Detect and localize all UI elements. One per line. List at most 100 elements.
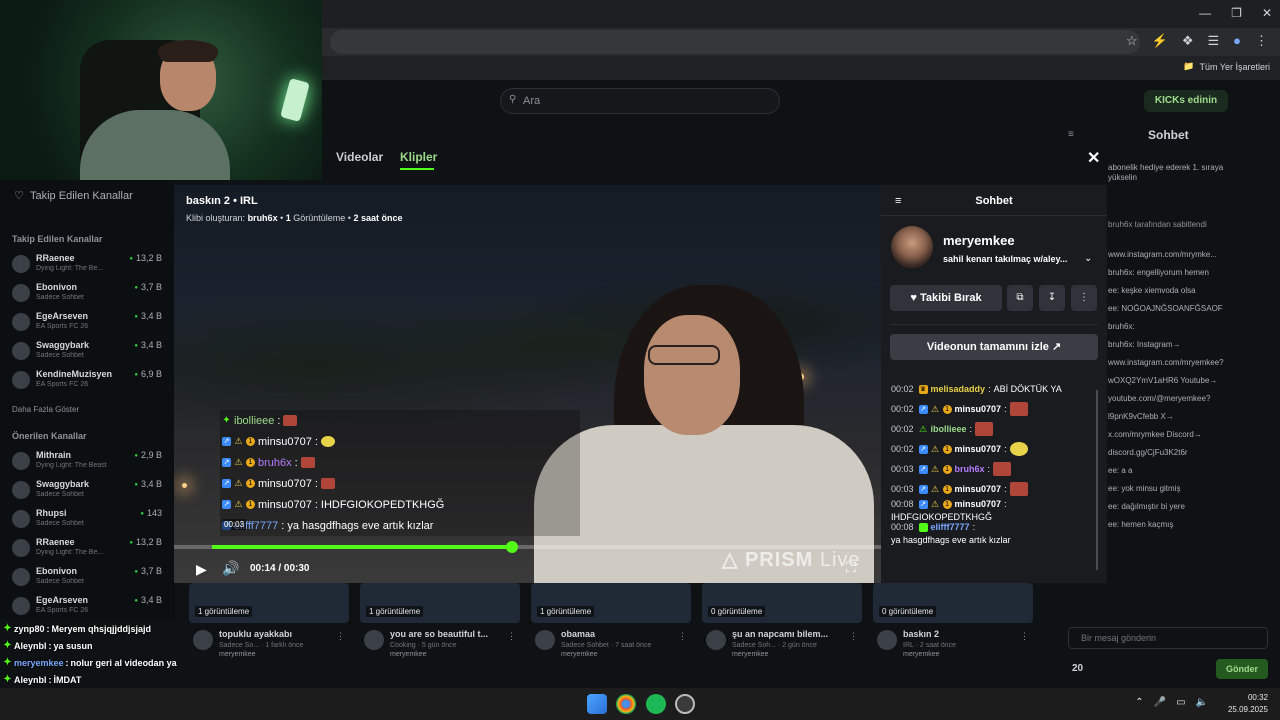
clip-thumbnail[interactable]: 1 görüntüleme: [360, 583, 520, 623]
chat-line: wOXQ2YmV1aHR6 Youtube→: [1108, 376, 1218, 385]
clip-card-user: meryemkee: [390, 651, 427, 658]
sidebar-channel-item[interactable]: Swaggybark Sadece Sohbet 3,4 B: [12, 479, 162, 505]
sidebar-channel-item[interactable]: Swaggybark Sadece Sohbet 3,4 B: [12, 340, 162, 366]
browser-menu-icon[interactable]: ⋮: [1255, 33, 1268, 49]
sidebar-follow-header[interactable]: ♡ Takip Edilen Kanallar: [14, 189, 133, 202]
url-field[interactable]: [330, 30, 1140, 54]
channel-name: Swaggybark: [36, 340, 90, 350]
channel-category: Dying Light: The Be...: [36, 265, 104, 272]
obs-icon[interactable]: [675, 694, 695, 714]
chat-message: 00:03 ↗ ⚠ 1 minsu0707:: [891, 479, 1097, 499]
sidebar-channel-item[interactable]: Rhupsi Sadece Sohbet 143: [12, 508, 162, 534]
sidebar-channel-item[interactable]: EgeArseven EA Sports FC 26 3,4 B: [12, 595, 162, 621]
clip-creator[interactable]: bruh6x: [248, 213, 278, 223]
search-input[interactable]: Ara: [500, 88, 780, 114]
avatar: [364, 630, 384, 650]
tab-clips[interactable]: Klipler: [400, 150, 437, 164]
verified-badge-icon: ✦: [222, 415, 231, 426]
play-icon[interactable]: ▶: [196, 561, 207, 578]
clip-card[interactable]: 0 görüntüleme ⋮ şu an napcamı bilem... Sade…: [702, 583, 862, 658]
kicks-button[interactable]: KICKs edinin: [1144, 90, 1228, 112]
download-icon[interactable]: ↧: [1039, 285, 1065, 311]
puzzle-icon[interactable]: ❖: [1182, 33, 1194, 49]
clip-card[interactable]: 1 görüntüleme ⋮ you are so beautiful t... C…: [360, 583, 520, 658]
profile-icon[interactable]: ●: [1233, 33, 1241, 49]
extension-icon[interactable]: ⚡: [1152, 33, 1168, 49]
send-button[interactable]: Gönder: [1216, 659, 1268, 679]
monitor-icon[interactable]: ▭: [1176, 697, 1185, 708]
show-more-link[interactable]: Daha Fazla Göster: [12, 405, 79, 414]
channel-category: Sadece Sohbet: [36, 294, 84, 301]
taskbar-clock[interactable]: 00:32 25.09.2025: [1228, 692, 1268, 716]
emote-icon: [993, 462, 1012, 476]
channel-name: Ebonivon: [36, 566, 77, 576]
more-options-icon[interactable]: ⋮: [336, 631, 345, 642]
share-icon[interactable]: ⧉: [1007, 285, 1033, 311]
more-options-icon[interactable]: ⋮: [678, 631, 687, 642]
more-options-icon[interactable]: ⋮: [849, 631, 858, 642]
restore-icon[interactable]: ❐: [1231, 6, 1242, 20]
avatar: [12, 597, 30, 615]
more-options-icon[interactable]: ⋮: [507, 631, 516, 642]
chat-username: minsu0707: [954, 499, 1002, 509]
webcam-light: [280, 78, 310, 122]
clip-card[interactable]: 1 görüntüleme ⋮ obamaa Sadece Sohbet · 7 sa…: [531, 583, 691, 658]
all-bookmarks[interactable]: 📁 Tüm Yer İşaretleri: [1183, 61, 1270, 72]
tab-videos[interactable]: Videolar: [336, 150, 383, 164]
unfollow-button[interactable]: ♥ Takibi Bırak: [890, 285, 1002, 311]
star-icon[interactable]: ☆: [1126, 33, 1138, 49]
badge-icon: ✦: [3, 657, 12, 668]
clip-video-player[interactable]: baskın 2 • IRL Klibi oluşturan: bruh6x •…: [174, 185, 881, 583]
clip-card[interactable]: 0 görüntüleme ⋮ baskın 2 IRL · 2 saat önce m…: [873, 583, 1033, 658]
chrome-icon[interactable]: [616, 694, 636, 714]
clip-thumbnail[interactable]: 1 görüntüleme: [531, 583, 691, 623]
clip-thumbnail[interactable]: 0 görüntüleme: [873, 583, 1033, 623]
sidebar-channel-item[interactable]: Ebonivon Sadece Sohbet 3,7 B: [12, 566, 162, 592]
chevron-down-icon[interactable]: ⌄: [1084, 253, 1092, 264]
fullscreen-icon[interactable]: ⛶: [846, 559, 856, 576]
collapse-chat-icon[interactable]: ≡: [1068, 129, 1074, 140]
media-icon[interactable]: ☰: [1207, 33, 1219, 49]
emote-icon: [283, 415, 298, 426]
chat-text: ya hasgdfhags eve artık kızlar: [891, 535, 1011, 545]
warning-badge-icon: ⚠: [234, 499, 243, 509]
chat-text: ya susun: [53, 640, 93, 651]
progress-handle[interactable]: [506, 541, 518, 553]
channel-avatar[interactable]: [891, 226, 933, 268]
sidebar-channel-item[interactable]: Mithrain Dying Light: The Beast 2,9 B: [12, 450, 162, 476]
clip-thumbnail[interactable]: 1 görüntüleme: [189, 583, 349, 623]
spotify-icon[interactable]: [646, 694, 666, 714]
sidebar-channel-item[interactable]: RRaenee Dying Light: The Be... 13,2 B: [12, 253, 162, 279]
sidebar-channel-item[interactable]: RRaenee Dying Light: The Be... 13,2 B: [12, 537, 162, 563]
chevron-up-icon[interactable]: ⌃: [1135, 697, 1143, 708]
warning-badge-icon: ⚠: [234, 478, 243, 488]
volume-icon[interactable]: 🔊: [222, 560, 239, 577]
active-tab-indicator: [400, 168, 434, 170]
clip-card-user: meryemkee: [561, 651, 598, 658]
microphone-icon[interactable]: 🎤: [1154, 697, 1166, 708]
avatar: [12, 510, 30, 528]
clip-card-subtitle: Cooking · 5 gün önce: [390, 642, 457, 649]
sidebar-channel-item[interactable]: Ebonivon Sadece Sohbet 3,7 B: [12, 282, 162, 308]
chat-scrollbar[interactable]: [1096, 390, 1098, 570]
clip-view-count: 1 görüntüleme: [366, 606, 424, 617]
close-window-icon[interactable]: ✕: [1262, 6, 1272, 20]
minimize-icon[interactable]: —: [1199, 6, 1211, 20]
close-modal-icon[interactable]: ✕: [1087, 148, 1100, 168]
speaker-icon[interactable]: 🔈: [1196, 697, 1208, 708]
moderator-badge-icon: ↗: [918, 444, 928, 454]
message-timestamp: 00:02: [891, 404, 914, 414]
more-options-icon[interactable]: ⋮: [1020, 631, 1029, 642]
sidebar-channel-item[interactable]: EgeArseven EA Sports FC 26 3,4 B: [12, 311, 162, 337]
clip-card-title: you are so beautiful t...: [390, 629, 489, 639]
chat-username: ibollieee: [930, 424, 967, 434]
sidebar-channel-item[interactable]: KendineMuzisyen EA Sports FC 26 6,9 B: [12, 369, 162, 395]
windows-start-icon[interactable]: [587, 694, 607, 714]
channel-name: EgeArseven: [36, 311, 89, 321]
chat-message-input[interactable]: Bir mesaj gönderin: [1068, 627, 1268, 649]
clip-thumbnail[interactable]: 0 görüntüleme: [702, 583, 862, 623]
chat-username: minsu0707: [258, 477, 312, 490]
more-options-icon[interactable]: ⋮: [1071, 285, 1097, 311]
watch-full-video-button[interactable]: Videonun tamamını izle ↗: [890, 334, 1098, 360]
channel-name[interactable]: meryemkee: [943, 233, 1015, 248]
